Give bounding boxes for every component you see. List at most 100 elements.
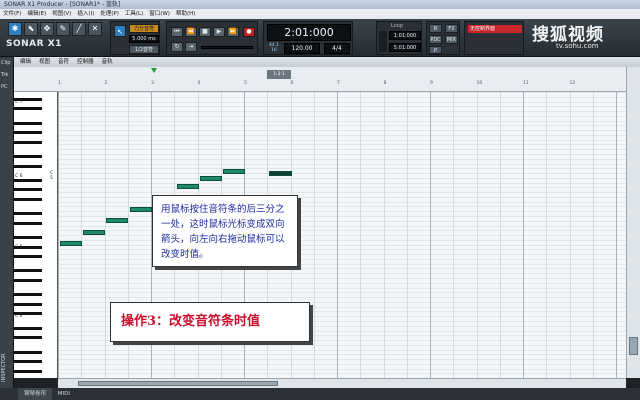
piano-roll-tab[interactable]: 钢琴卷帘	[18, 388, 53, 400]
fx-button[interactable]: FX	[445, 24, 458, 33]
stop-icon[interactable]: ■	[199, 27, 211, 37]
play-icon[interactable]: ▶	[213, 27, 225, 37]
grid-row	[58, 354, 626, 356]
select-tool-icon[interactable]: ⬉	[24, 22, 38, 36]
grid-row	[58, 130, 626, 132]
ruler-mark: 7	[337, 81, 340, 86]
horizontal-scrollbar[interactable]	[58, 378, 626, 388]
control-surface-label[interactable]: 无控制界面	[468, 25, 522, 33]
grid-row	[58, 115, 626, 117]
black-key[interactable]	[14, 121, 42, 125]
smart-tool-icon[interactable]: ✱	[8, 22, 22, 36]
inspector-label[interactable]: INSPECTOR	[1, 322, 13, 382]
black-key[interactable]	[14, 360, 42, 364]
black-key[interactable]	[14, 326, 42, 330]
grid-column	[569, 92, 571, 378]
black-key[interactable]	[14, 197, 42, 201]
edit-tool-icon[interactable]: ✎	[56, 22, 70, 36]
black-key[interactable]	[14, 155, 42, 158]
note-bar[interactable]	[60, 241, 82, 246]
black-key[interactable]	[14, 164, 42, 168]
black-key[interactable]	[14, 302, 42, 306]
menu-window[interactable]: 窗口(W)	[146, 9, 173, 19]
snap-icon[interactable]: ↖	[114, 25, 126, 37]
black-key[interactable]	[14, 350, 42, 354]
black-key[interactable]	[14, 269, 42, 273]
black-key[interactable]	[14, 140, 42, 144]
menu-edit[interactable]: 编辑(E)	[24, 9, 49, 19]
menu-insert[interactable]: 插入(I)	[74, 9, 97, 19]
note-bar[interactable]	[83, 230, 105, 235]
black-key[interactable]	[14, 107, 42, 111]
marker-button[interactable]: 1/2音符	[129, 45, 159, 54]
key-label: C 6	[15, 174, 23, 179]
menu-process[interactable]: 处理(P)	[97, 9, 122, 19]
pdc-button[interactable]: PDC	[429, 35, 442, 44]
time-display[interactable]: 2:01:000	[267, 24, 351, 41]
erase-tool-icon[interactable]: ✕	[88, 22, 102, 36]
selected-note[interactable]	[269, 171, 292, 176]
note-bar[interactable]	[130, 207, 152, 212]
read-button[interactable]: R	[429, 24, 442, 33]
black-key[interactable]	[14, 236, 42, 240]
black-key[interactable]	[14, 188, 42, 192]
black-key[interactable]	[14, 255, 42, 259]
meter-field[interactable]: 4/4	[324, 43, 350, 54]
note-grid[interactable]: 用鼠标按住音符条的后三分之一处，这时鼠标光标变成双向箭头，向左向右拖动鼠标可以改…	[58, 92, 626, 378]
ruler-mark: 5	[244, 81, 247, 86]
grid-row	[58, 144, 626, 146]
key-label: C 4	[15, 314, 23, 319]
mix-button[interactable]: MIX	[445, 35, 458, 44]
black-key[interactable]	[14, 279, 42, 283]
punch-icon[interactable]: ⇥	[185, 42, 197, 52]
record-icon[interactable]: ●	[243, 27, 255, 37]
pr-menu-edit[interactable]: 编辑	[20, 57, 31, 67]
black-key[interactable]	[14, 131, 42, 135]
black-key[interactable]	[14, 293, 42, 297]
rewind-icon[interactable]: ⏮	[171, 27, 183, 37]
clip-tab[interactable]: Clip	[0, 57, 13, 69]
menu-tools[interactable]: 工具(L)	[122, 9, 146, 19]
loop-start-field[interactable]: 1:01:000	[389, 31, 421, 40]
grid-row	[58, 230, 626, 232]
black-key[interactable]	[14, 212, 42, 216]
ruler-mark: 11	[523, 81, 529, 86]
piano-keyboard[interactable]: C 7 C 6 C 5 C 4 C 5	[14, 92, 58, 378]
loop-toggle-icon[interactable]	[379, 31, 387, 52]
note-bar[interactable]	[200, 176, 222, 181]
black-key[interactable]	[14, 369, 42, 373]
menu-help[interactable]: 帮助(H)	[173, 9, 198, 19]
loop-icon[interactable]: ↻	[171, 42, 183, 52]
note-bar[interactable]	[177, 184, 199, 189]
back-icon[interactable]: ⏪	[185, 27, 197, 37]
snap-ms-field[interactable]: 5.000 ms	[129, 35, 159, 43]
black-key[interactable]	[14, 221, 42, 225]
pr-menu-controllers[interactable]: 控制器	[77, 57, 94, 67]
time-ruler[interactable]: 1:2:1 1 2 3 4 5 6 7 8 9 10 11 12	[14, 67, 626, 92]
track-tab[interactable]: Trk	[0, 69, 13, 81]
horizontal-scroll-thumb[interactable]	[78, 381, 278, 386]
pr-menu-tracks[interactable]: 音轨	[102, 57, 113, 67]
snap-value-button[interactable]: 力分音符	[129, 24, 159, 33]
note-bar[interactable]	[223, 169, 245, 174]
tempo-field[interactable]: 120.00	[284, 43, 320, 54]
loop-end-field[interactable]: 5:01:000	[389, 43, 421, 52]
forward-icon[interactable]: ⏩	[227, 27, 239, 37]
grid-row	[58, 244, 626, 246]
black-key[interactable]	[14, 336, 42, 340]
position-slider[interactable]	[201, 46, 253, 49]
black-key[interactable]	[14, 178, 42, 182]
note-bar[interactable]	[106, 218, 128, 223]
p-button[interactable]: P	[429, 46, 442, 54]
menu-view[interactable]: 视图(V)	[49, 9, 74, 19]
grid-column	[546, 92, 548, 378]
move-tool-icon[interactable]: ✥	[40, 22, 54, 36]
pr-menu-view[interactable]: 视图	[39, 57, 50, 67]
vertical-scrollbar[interactable]	[626, 67, 640, 378]
draw-tool-icon[interactable]: ╱	[72, 22, 86, 36]
vertical-scroll-thumb[interactable]	[629, 337, 638, 355]
pc-tab[interactable]: PC	[0, 81, 13, 93]
pr-menu-notes[interactable]: 音符	[58, 57, 69, 67]
menu-file[interactable]: 文件(F)	[0, 9, 24, 19]
now-marker-icon[interactable]	[151, 68, 157, 73]
